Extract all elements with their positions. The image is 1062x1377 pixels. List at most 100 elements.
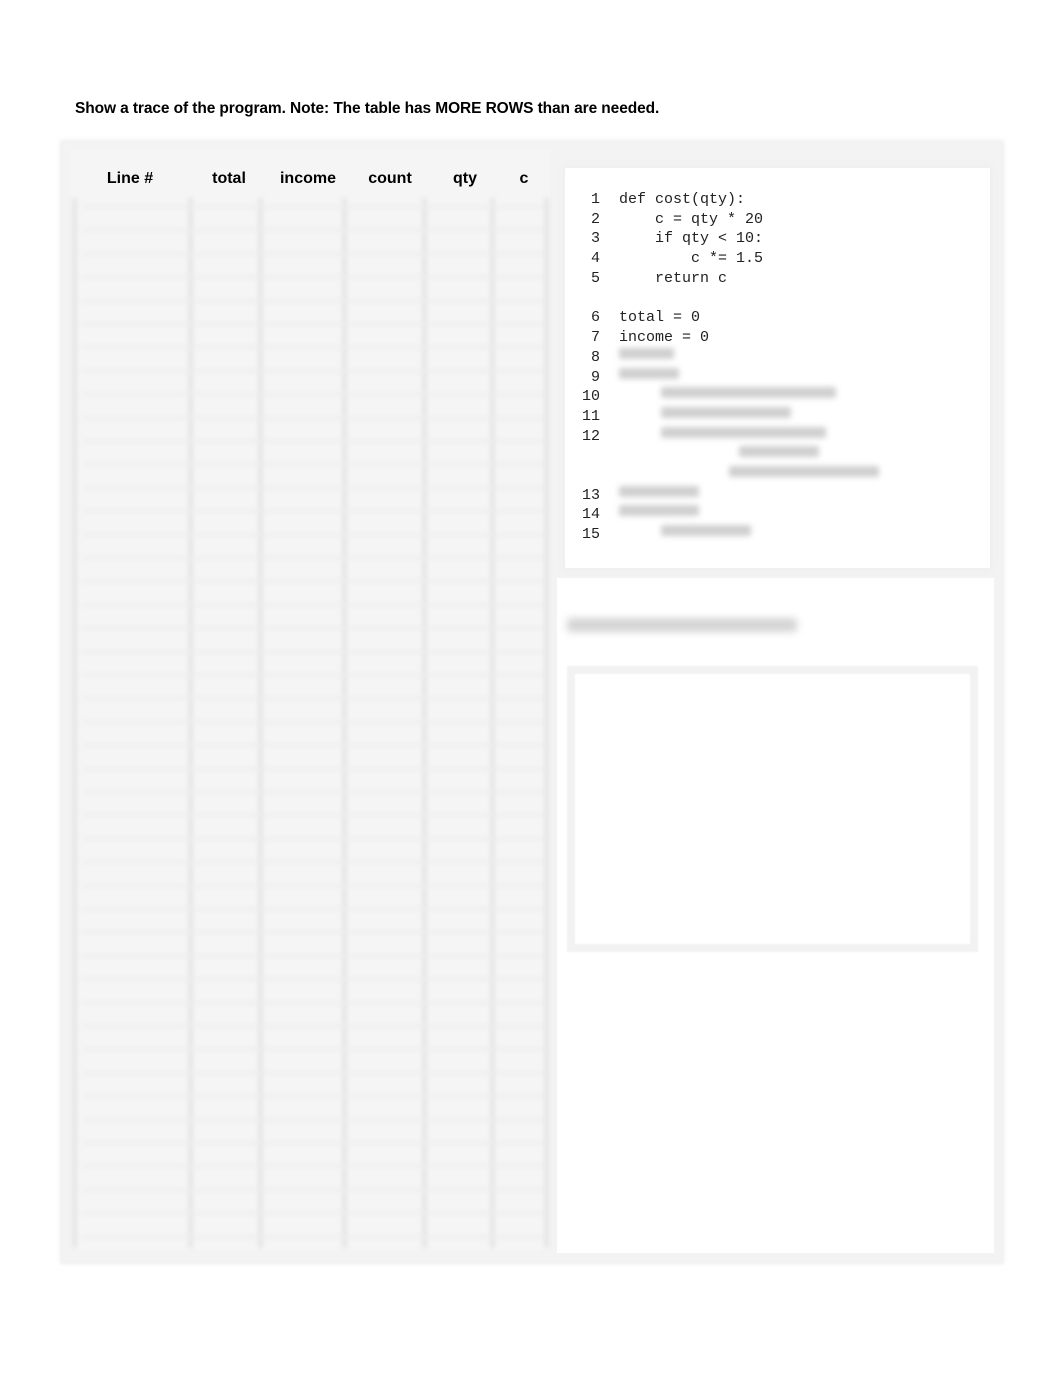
code-line: 6 total = 0 (565, 308, 879, 328)
code-line: 12 (565, 426, 879, 447)
table-row[interactable] (82, 346, 544, 349)
table-row[interactable] (82, 1165, 544, 1168)
table-row[interactable] (82, 440, 544, 442)
line-number: 15 (581, 526, 600, 543)
obscured-code (661, 426, 826, 438)
code-text: c *= 1.5 (619, 250, 764, 268)
obscured-code (661, 525, 751, 536)
table-row[interactable] (82, 229, 544, 232)
trace-table-grid[interactable] (70, 198, 550, 1248)
table-row[interactable] (82, 557, 544, 559)
table-row[interactable] (82, 908, 544, 910)
code-text: return c (619, 269, 728, 287)
table-row[interactable] (82, 1188, 544, 1191)
line-number: 7 (590, 329, 600, 347)
table-row[interactable] (82, 276, 544, 279)
output-answer-box[interactable] (567, 666, 978, 952)
table-row[interactable] (82, 720, 544, 723)
table-row[interactable] (82, 1048, 544, 1051)
code-line: 13 (565, 485, 879, 506)
table-row[interactable] (82, 650, 544, 653)
code-text: if qty < 10: (619, 230, 764, 248)
table-row[interactable] (82, 369, 544, 372)
table-row[interactable] (82, 674, 544, 676)
table-row[interactable] (82, 931, 544, 934)
table-row[interactable] (82, 791, 544, 793)
table-row[interactable] (82, 323, 544, 325)
obscured-code (619, 485, 699, 497)
code-line: 10 (565, 387, 879, 407)
table-row[interactable] (82, 416, 544, 419)
grid-divider (422, 198, 427, 1248)
table-row[interactable] (82, 744, 544, 747)
table-row[interactable] (82, 299, 544, 302)
code-line: 9 (565, 367, 879, 388)
column-header-qty: qty (453, 170, 477, 187)
code-line: 7 income = 0 (565, 328, 879, 348)
table-row[interactable] (82, 1025, 544, 1027)
line-number: 3 (590, 230, 600, 248)
table-row[interactable] (82, 814, 544, 817)
table-row[interactable] (82, 533, 544, 536)
code-line: 4 c *= 1.5 (565, 249, 879, 269)
line-number: 5 (590, 269, 600, 287)
obscured-code (661, 406, 791, 418)
line-number: 9 (590, 368, 600, 386)
table-row[interactable] (82, 697, 544, 700)
grid-border-left (72, 198, 77, 1248)
instruction-text: Show a trace of the program. Note: The t… (75, 100, 660, 117)
column-header-c: c (519, 170, 529, 187)
table-row[interactable] (82, 252, 544, 255)
table-row[interactable] (82, 954, 544, 957)
table-row[interactable] (82, 767, 544, 770)
table-row[interactable] (82, 884, 544, 887)
code-text: income = 0 (619, 329, 710, 347)
table-row[interactable] (82, 1212, 544, 1215)
table-row[interactable] (82, 1235, 544, 1238)
table-row[interactable] (82, 978, 544, 981)
grid-divider (188, 198, 193, 1248)
table-row[interactable] (82, 1071, 544, 1074)
obscured-code (619, 367, 679, 379)
code-listing: 1 def cost(qty): 2 c = qty * 20 3 if qty < … (565, 190, 879, 545)
code-text: total = 0 (619, 309, 701, 327)
output-label (567, 618, 797, 632)
code-line: 1 def cost(qty): (565, 190, 879, 210)
trace-table-header: Line # total income count qty c (70, 170, 550, 196)
trace-table: Line # total income count qty c (70, 150, 550, 1250)
code-line: 2 c = qty * 20 (565, 210, 879, 230)
code-continuation-line (565, 446, 879, 466)
table-row[interactable] (82, 1118, 544, 1121)
table-row[interactable] (82, 486, 544, 489)
line-number: 1 (590, 191, 600, 208)
table-row[interactable] (82, 1001, 544, 1004)
column-header-total: total (212, 170, 246, 187)
code-line: 5 return c (565, 269, 879, 289)
code-text: def cost(qty): (619, 191, 746, 208)
line-number: 14 (581, 506, 600, 524)
table-row[interactable] (82, 627, 544, 630)
table-row[interactable] (82, 1142, 544, 1144)
code-line: 11 (565, 406, 879, 427)
line-number: 8 (590, 348, 600, 366)
table-row[interactable] (82, 861, 544, 864)
obscured-code (739, 446, 819, 458)
table-row[interactable] (82, 206, 544, 208)
line-number: 4 (590, 250, 600, 268)
line-number-blank (565, 446, 619, 466)
line-number: 2 (590, 210, 600, 228)
grid-divider (258, 198, 263, 1248)
grid-divider (342, 198, 347, 1248)
line-number-blank (565, 466, 619, 486)
table-row[interactable] (82, 463, 544, 466)
table-row[interactable] (82, 837, 544, 840)
code-line: 8 (565, 347, 879, 368)
table-row[interactable] (82, 393, 544, 396)
table-row[interactable] (82, 603, 544, 606)
code-line: 14 (565, 505, 879, 525)
table-row[interactable] (82, 1095, 544, 1098)
table-row[interactable] (82, 510, 544, 513)
line-number: 11 (581, 407, 600, 425)
code-line: 3 if qty < 10: (565, 229, 879, 249)
table-row[interactable] (82, 580, 544, 583)
